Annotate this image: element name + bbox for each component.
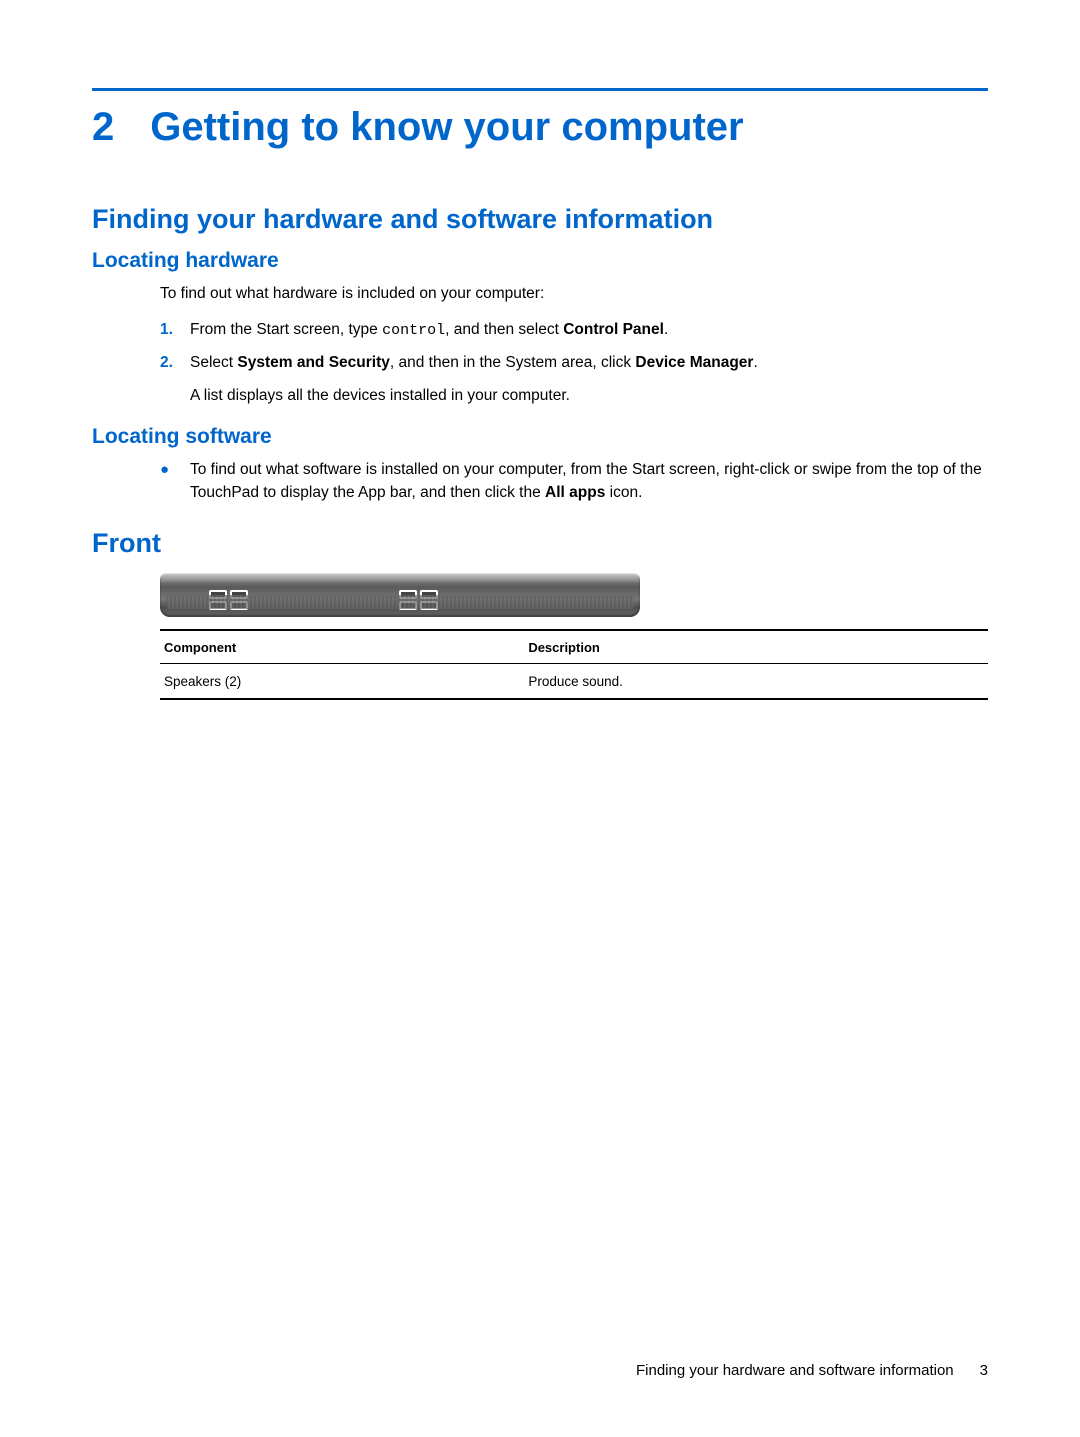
step-number: 2. (160, 352, 190, 407)
step-number: 1. (160, 319, 190, 342)
step-subtext: A list displays all the devices installe… (190, 385, 988, 407)
bullet-text: To find out what software is installed o… (190, 459, 988, 504)
page-footer: Finding your hardware and software infor… (636, 1362, 988, 1379)
bullet-item: ● To find out what software is installed… (160, 459, 988, 504)
section-heading: Front (92, 528, 988, 559)
intro-text: To find out what hardware is included on… (160, 283, 988, 305)
text-fragment: Select (190, 354, 237, 371)
subsection-heading: Locating software (92, 425, 988, 449)
bold-text: System and Security (237, 354, 389, 371)
text-fragment: icon. (605, 484, 642, 501)
horizontal-rule (92, 88, 988, 91)
bold-text: Device Manager (635, 354, 753, 371)
text-fragment: , and then select (445, 321, 563, 338)
text-fragment: , and then in the System area, click (390, 354, 636, 371)
footer-text: Finding your hardware and software infor… (636, 1362, 954, 1379)
chapter-heading: 2 Getting to know your computer (92, 105, 988, 150)
page-content: 2 Getting to know your computer Finding … (0, 0, 1080, 700)
text-fragment: . (753, 354, 757, 371)
bold-text: Control Panel (563, 321, 664, 338)
page-number: 3 (980, 1362, 988, 1379)
step-text: From the Start screen, type control, and… (190, 319, 988, 342)
component-table: Component Description Speakers (2) Produ… (160, 629, 988, 700)
bold-text: All apps (545, 484, 605, 501)
table-cell: Produce sound. (524, 664, 988, 700)
code-text: control (382, 322, 445, 339)
table-header: Component (160, 630, 524, 664)
step-item: 2. Select System and Security, and then … (160, 352, 988, 407)
speaker-callout-icon (206, 590, 250, 612)
section-heading: Finding your hardware and software infor… (92, 204, 988, 235)
text-fragment: . (664, 321, 668, 338)
text-fragment: From the Start screen, type (190, 321, 382, 338)
front-view-illustration (160, 573, 640, 617)
chapter-number: 2 (92, 105, 114, 150)
step-text: Select System and Security, and then in … (190, 352, 988, 407)
table-row: Speakers (2) Produce sound. (160, 664, 988, 700)
table-header: Description (524, 630, 988, 664)
subsection-heading: Locating hardware (92, 249, 988, 273)
step-item: 1. From the Start screen, type control, … (160, 319, 988, 342)
speaker-callout-icon (396, 590, 440, 612)
table-cell: Speakers (2) (160, 664, 524, 700)
chapter-title: Getting to know your computer (150, 105, 743, 150)
bullet-marker: ● (160, 459, 190, 504)
